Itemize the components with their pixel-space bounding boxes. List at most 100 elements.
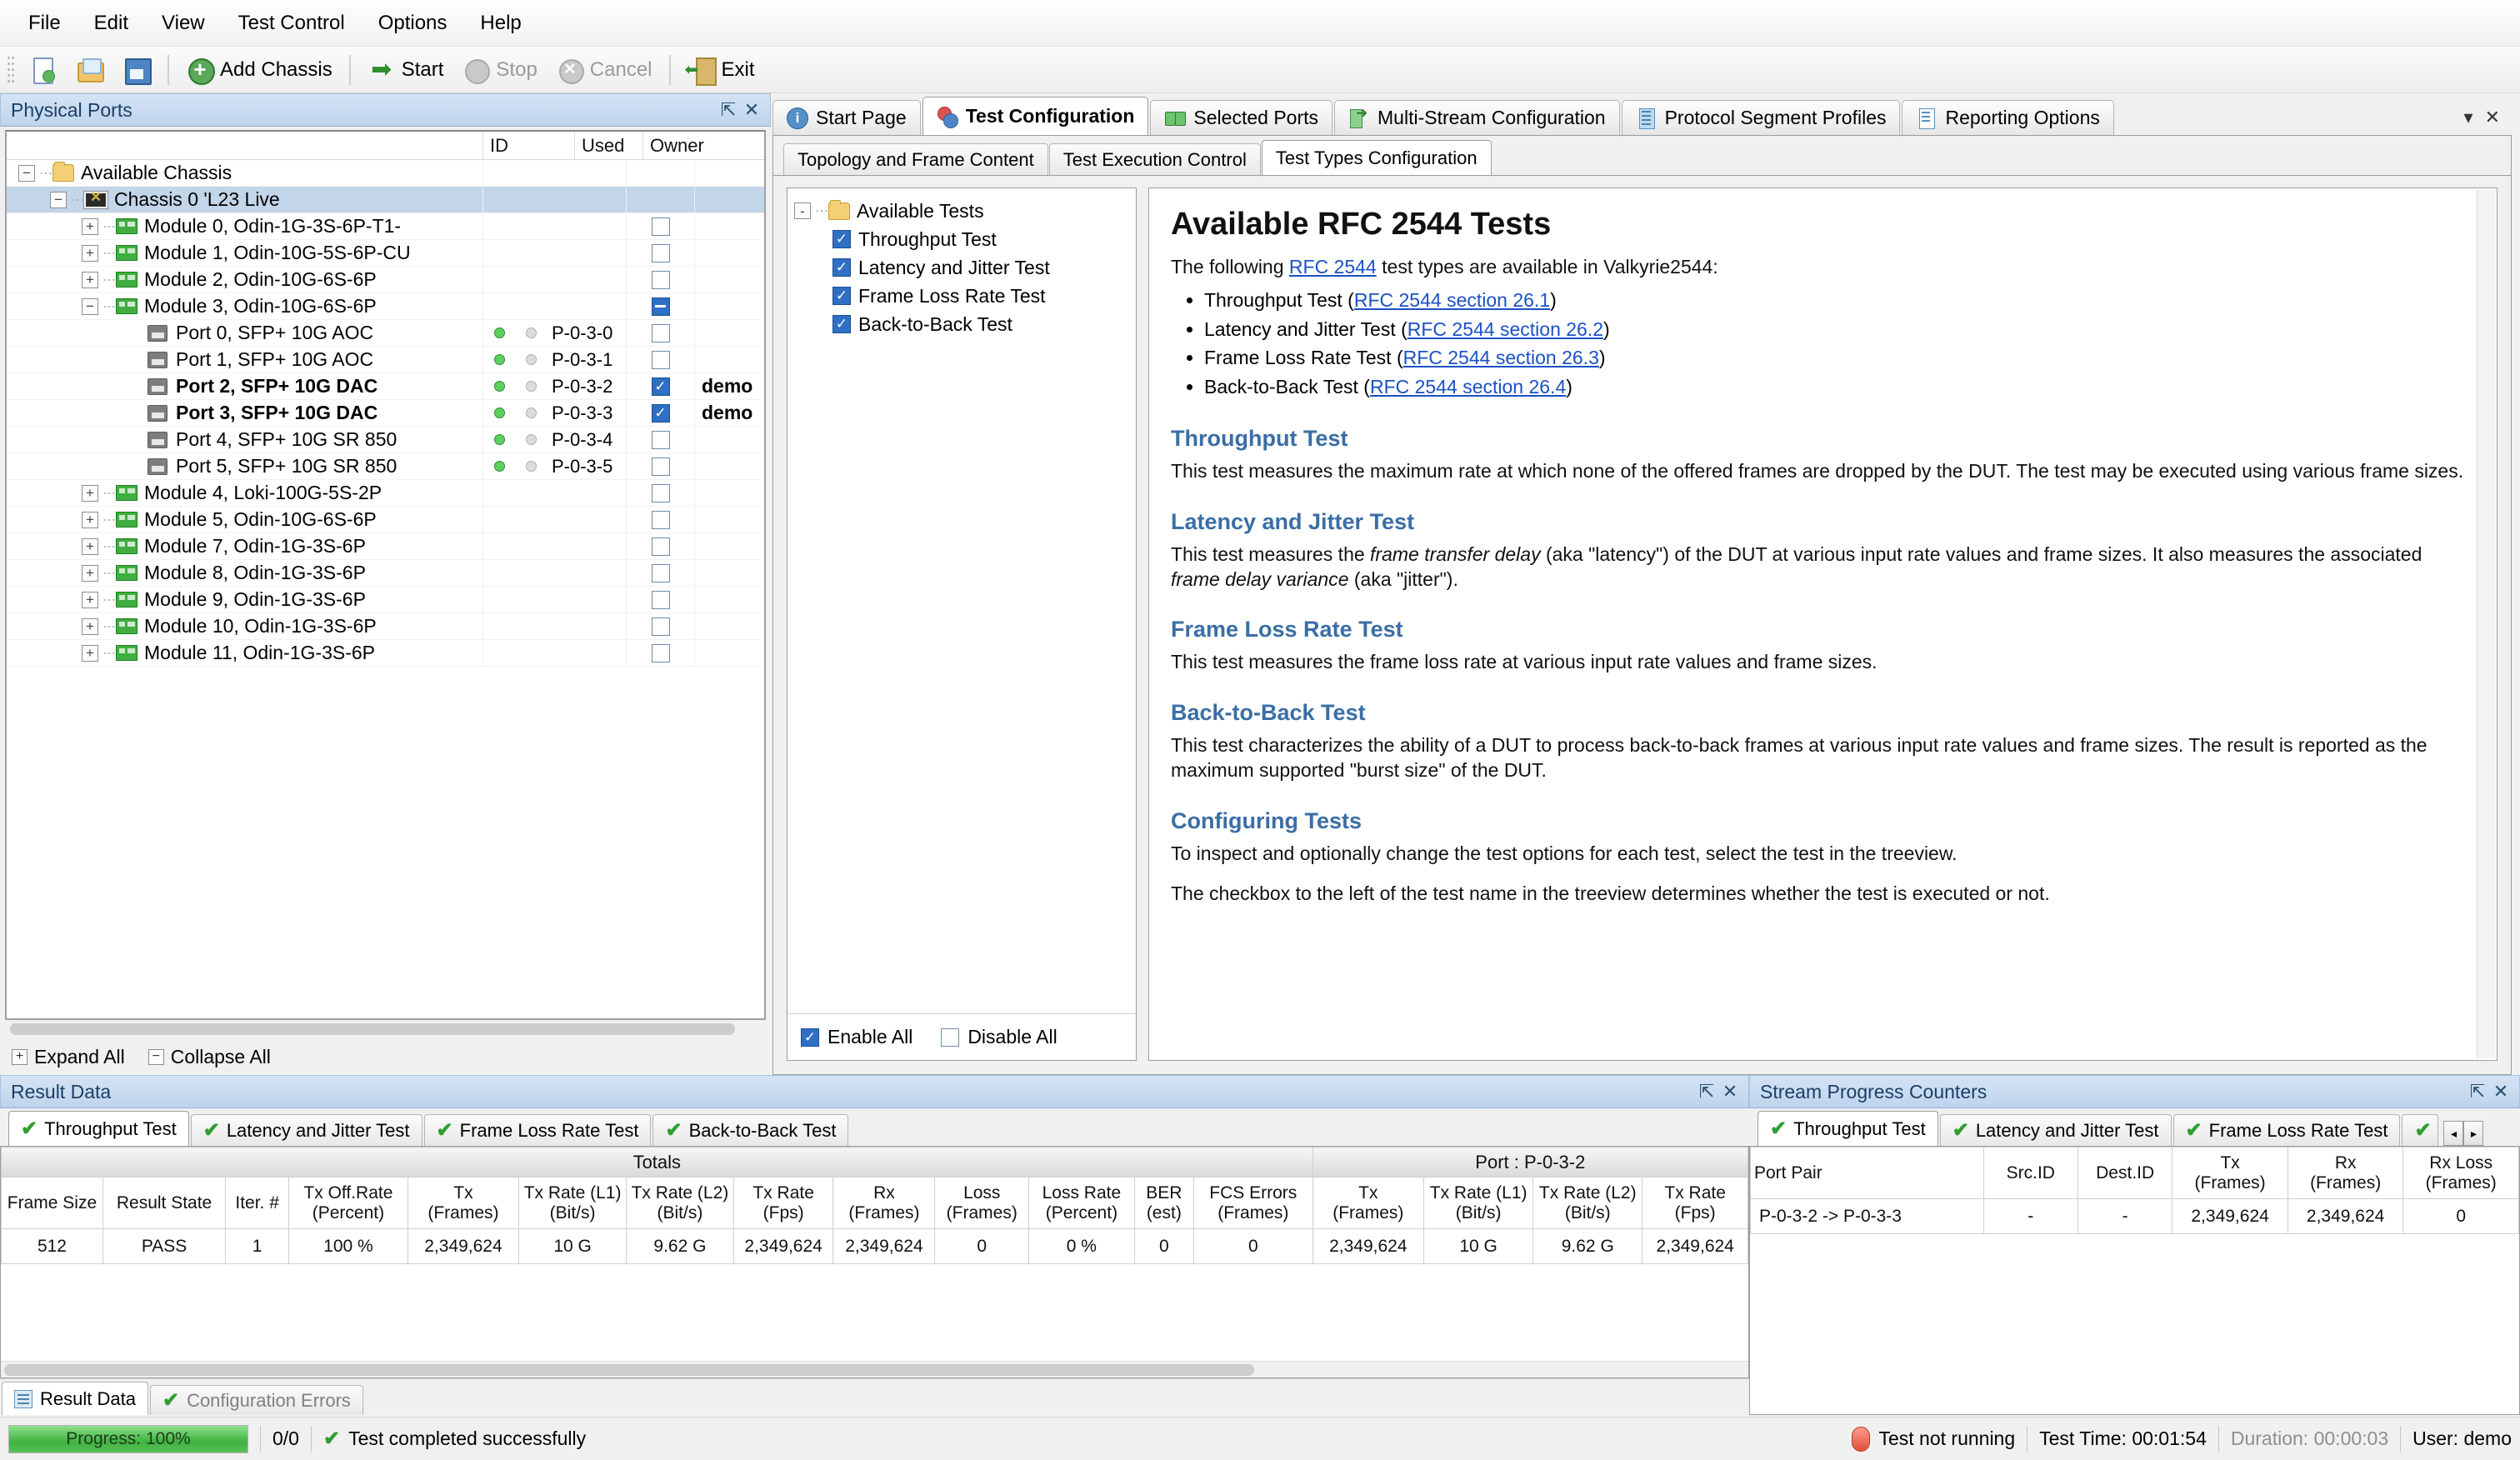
tab-test-configuration[interactable]: Test Configuration — [922, 97, 1149, 135]
result-column-header[interactable]: Iter. # — [225, 1177, 290, 1229]
tab-throughput-test[interactable]: ✔ Throughput Test — [1758, 1111, 1938, 1146]
stop-button[interactable]: Stop — [454, 52, 544, 88]
tab-throughput-test[interactable]: ✔ Throughput Test — [8, 1111, 189, 1146]
doc-scrollbar[interactable] — [2477, 190, 2495, 1058]
expand-expander-icon[interactable]: + — [82, 538, 98, 555]
ports-tree-row[interactable]: − ⋯ Available Chassis — [7, 160, 764, 187]
result-column-header[interactable]: Result State — [102, 1177, 227, 1229]
ports-row-used-checkbox[interactable]: ✓ — [627, 399, 695, 427]
spc-column-header[interactable]: Src.ID — [1982, 1147, 2078, 1199]
ports-row-used-checkbox[interactable] — [627, 586, 695, 613]
ports-row-used-checkbox[interactable] — [627, 639, 695, 667]
close-icon[interactable]: ✕ — [1718, 1080, 1742, 1103]
checkbox-checked-icon[interactable]: ✓ — [832, 315, 851, 333]
start-button[interactable]: ➡ Start — [360, 52, 452, 88]
available-tests-root[interactable]: - ⋯ Available Tests — [794, 197, 1129, 225]
subtab-test-types-configuration[interactable]: Test Types Configuration — [1261, 140, 1492, 175]
close-icon[interactable]: ✕ — [2485, 107, 2500, 128]
column-header-used[interactable]: Used — [575, 132, 643, 159]
result-column-header[interactable]: Tx Rate (Fps) — [1642, 1177, 1748, 1229]
ports-horizontal-scrollbar[interactable] — [5, 1020, 766, 1038]
ports-tree-row[interactable]: + ⋯ Module 5, Odin-10G-6S-6P — [7, 506, 764, 533]
tab-frame-loss-rate-test[interactable]: ✔ Frame Loss Rate Test — [423, 1114, 652, 1146]
ports-tree-row[interactable]: + ⋯ Module 9, Odin-1G-3S-6P — [7, 586, 764, 613]
ports-tree-row[interactable]: − ⋯ Module 3, Odin-10G-6S-6P — [7, 292, 764, 320]
checkbox-checked-icon[interactable]: ✓ — [832, 230, 851, 248]
doc-bullet-link[interactable]: RFC 2544 section 26.1 — [1354, 289, 1550, 311]
subtab-topology-and-frame-content[interactable]: Topology and Frame Content — [783, 143, 1048, 175]
ports-row-used-checkbox[interactable] — [627, 506, 695, 533]
result-column-header[interactable]: Tx Rate (L2) (Bit/s) — [1532, 1177, 1643, 1229]
collapse-expander-icon[interactable]: − — [82, 298, 98, 315]
tab-partial[interactable]: ✔ — [2402, 1114, 2439, 1146]
tab-multi-stream-configuration[interactable]: Multi-Stream Configuration — [1334, 100, 1620, 135]
tab-latency-and-jitter-test[interactable]: ✔ Latency and Jitter Test — [1939, 1114, 2172, 1146]
doc-bullet-link[interactable]: RFC 2544 section 26.4 — [1370, 376, 1566, 398]
tab-latency-and-jitter-test[interactable]: ✔ Latency and Jitter Test — [190, 1114, 422, 1146]
menu-item-options[interactable]: Options — [362, 7, 464, 40]
ports-tree-row[interactable]: + ⋯ Module 1, Odin-10G-5S-6P-CU — [7, 239, 764, 267]
save-button[interactable] — [115, 52, 158, 88]
menu-item-file[interactable]: File — [12, 7, 78, 40]
ports-tree-row[interactable]: Port 2, SFP+ 10G DAC P-0-3-2 ✓ demo — [7, 372, 764, 400]
chevron-down-icon[interactable]: ▾ — [2464, 107, 2473, 128]
result-column-header[interactable]: Tx (Frames) — [407, 1177, 520, 1229]
column-header-name[interactable] — [7, 132, 483, 159]
ports-tree-row[interactable]: + ⋯ Module 7, Odin-1G-3S-6P — [7, 532, 764, 560]
tab-scroll-next-button[interactable]: ▸ — [2463, 1121, 2484, 1146]
expand-expander-icon[interactable]: + — [82, 644, 98, 662]
lower-tab-configuration-errors[interactable]: ✔ Configuration Errors — [149, 1385, 363, 1415]
collapse-expander-icon[interactable]: − — [50, 191, 67, 208]
pin-icon[interactable]: ⇱ — [717, 98, 740, 122]
ports-tree-row[interactable]: + ⋯ Module 8, Odin-1G-3S-6P — [7, 559, 764, 587]
menu-item-edit[interactable]: Edit — [78, 7, 145, 40]
ports-row-used-checkbox[interactable] — [627, 239, 695, 267]
table-row[interactable]: 512 PASS 1 100 % 2,349,624 10 G 9.62 G 2,349,62… — [1, 1228, 1748, 1264]
ports-row-used-checkbox[interactable] — [627, 266, 695, 293]
spc-column-header[interactable]: Dest.ID — [2077, 1147, 2173, 1199]
expand-expander-icon[interactable]: + — [82, 218, 98, 235]
menu-item-view[interactable]: View — [145, 7, 222, 40]
expand-expander-icon[interactable]: + — [82, 618, 98, 635]
expand-expander-icon[interactable]: + — [82, 511, 98, 528]
test-tree-item[interactable]: ✓ Back-to-Back Test — [794, 310, 1129, 338]
result-column-header[interactable]: Tx Rate (Fps) — [732, 1177, 834, 1229]
ports-row-used-checkbox[interactable] — [627, 559, 695, 587]
result-column-header[interactable]: Tx Off.Rate (Percent) — [288, 1177, 408, 1229]
tab-frame-loss-rate-test[interactable]: ✔ Frame Loss Rate Test — [2172, 1114, 2401, 1146]
table-row[interactable]: P-0-3-2 -> P-0-3-3- -2,349,624 2,349,624 0 — [1750, 1198, 2519, 1234]
ports-tree-row[interactable]: + ⋯ Module 2, Odin-10G-6S-6P — [7, 266, 764, 293]
ports-tree-row[interactable]: + ⋯ Module 0, Odin-1G-3S-6P-T1- — [7, 212, 764, 240]
cancel-button[interactable]: Cancel — [548, 52, 660, 88]
checkbox-checked-icon[interactable]: ✓ — [832, 258, 851, 277]
pin-icon[interactable]: ⇱ — [2466, 1080, 2489, 1103]
result-column-header[interactable]: Frame Size — [1, 1177, 103, 1229]
ports-row-used-checkbox[interactable] — [627, 426, 695, 453]
doc-bullet-link[interactable]: RFC 2544 section 26.2 — [1408, 318, 1603, 340]
expand-expander-icon[interactable]: + — [82, 244, 98, 262]
ports-tree-row[interactable]: Port 4, SFP+ 10G SR 850 P-0-3-4 — [7, 426, 764, 453]
result-column-header[interactable]: Tx Rate (L1) (Bit/s) — [1423, 1177, 1534, 1229]
spc-column-header[interactable]: Rx Loss (Frames) — [2402, 1147, 2519, 1199]
result-column-header[interactable]: Tx Rate (L1) (Bit/s) — [518, 1177, 627, 1229]
ports-row-used-checkbox[interactable] — [627, 212, 695, 240]
close-icon[interactable]: ✕ — [740, 98, 763, 122]
ports-tree-row[interactable]: Port 1, SFP+ 10G AOC P-0-3-1 — [7, 346, 764, 373]
subtab-test-execution-control[interactable]: Test Execution Control — [1048, 143, 1261, 175]
scrollbar-thumb[interactable] — [4, 1364, 1254, 1376]
exit-button[interactable]: Exit — [680, 52, 762, 88]
tab-reporting-options[interactable]: Reporting Options — [1902, 100, 2114, 135]
ports-tree-row[interactable]: + ⋯ Module 10, Odin-1G-3S-6P — [7, 612, 764, 640]
tab-selected-ports[interactable]: Selected Ports — [1150, 100, 1333, 135]
expand-all-button[interactable]: + Expand All — [12, 1046, 125, 1068]
rfc2544-link[interactable]: RFC 2544 — [1289, 256, 1377, 278]
menu-item-help[interactable]: Help — [463, 7, 538, 40]
result-column-header[interactable]: Tx (Frames) — [1312, 1177, 1425, 1229]
column-header-id[interactable]: ID — [483, 132, 575, 159]
expand-expander-icon[interactable]: + — [82, 484, 98, 502]
test-tree-item[interactable]: ✓ Throughput Test — [794, 225, 1129, 253]
ports-tree-row[interactable]: −⋯ Chassis 0 'L23 Live — [7, 186, 764, 213]
spc-column-header[interactable]: Rx (Frames) — [2287, 1147, 2404, 1199]
toolbar-grip[interactable] — [7, 54, 15, 85]
result-column-header[interactable]: Rx (Frames) — [832, 1177, 936, 1229]
